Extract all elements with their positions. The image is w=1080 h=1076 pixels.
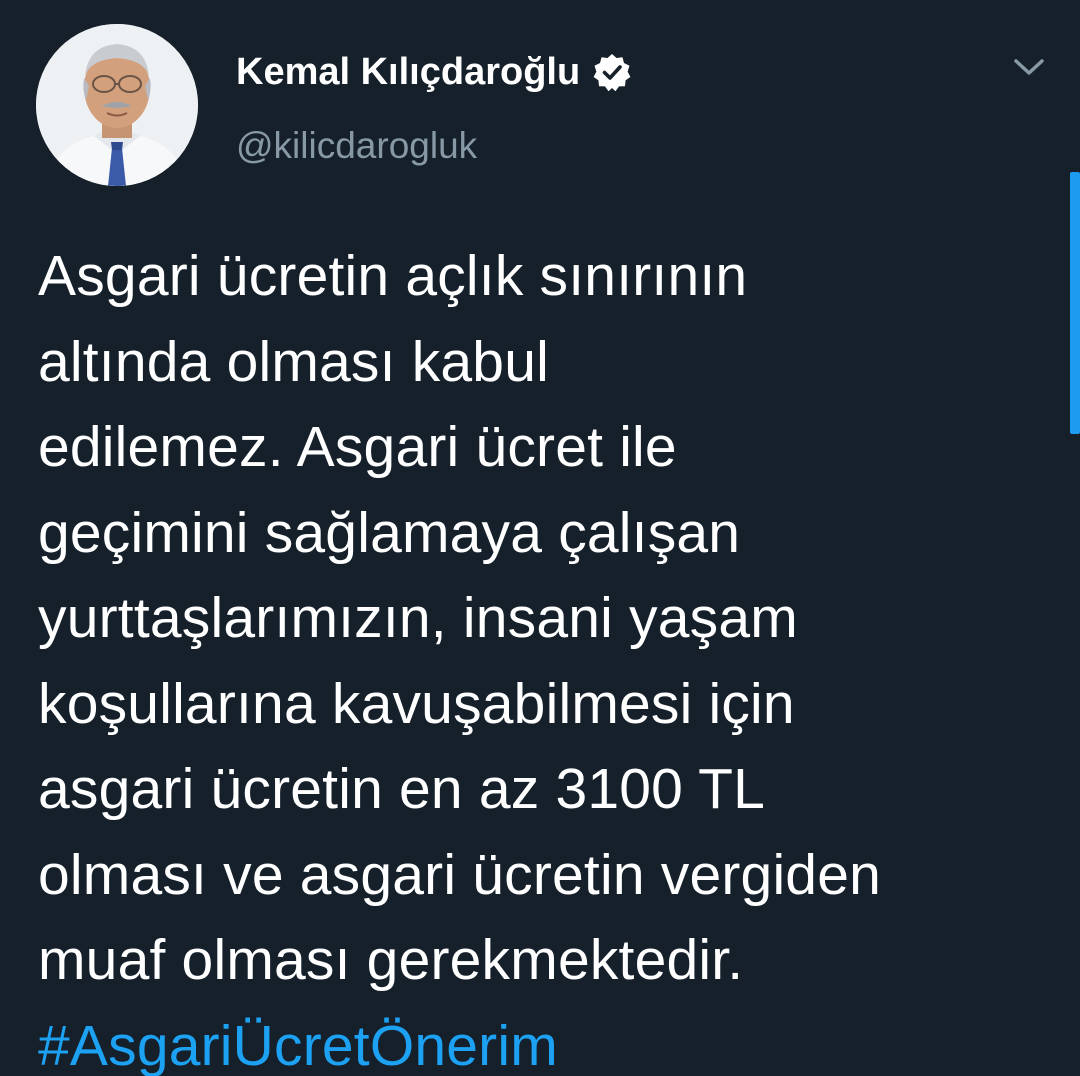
- tweet-text-line: yurttaşlarımızın, insani yaşam: [38, 586, 798, 650]
- author-name-row[interactable]: Kemal Kılıçdaroğlu: [236, 46, 632, 98]
- author-handle[interactable]: @kilicdarogluk: [236, 122, 477, 170]
- tweet-text-line: edilemez. Asgari ücret ile: [38, 415, 677, 479]
- tweet-text-line: geçimini sağlamaya çalışan: [38, 500, 741, 565]
- tweet-text-line: altında olması kabul: [38, 329, 549, 394]
- tweet-card: Kemal Kılıçdaroğlu @kilicdarogluk Asgari…: [0, 0, 1080, 1076]
- tweet-text-line: asgari ücretin en az 3100 TL: [38, 757, 766, 821]
- chevron-down-icon[interactable]: [1010, 52, 1048, 82]
- tweet-text-line: muaf olması gerekmektedir.: [38, 928, 744, 992]
- tweet-text: Asgari ücretin açlık sınırının altında o…: [38, 234, 1048, 1076]
- author-display-name[interactable]: Kemal Kılıçdaroğlu: [236, 46, 580, 98]
- verified-badge-icon: [592, 52, 632, 92]
- profile-photo-icon: [36, 24, 198, 186]
- scrollbar[interactable]: [1070, 172, 1080, 434]
- tweet-text-line: Asgari ücretin açlık sınırının: [38, 244, 748, 308]
- avatar[interactable]: [36, 24, 198, 186]
- tweet-text-line: koşullarına kavuşabilmesi için: [38, 671, 795, 736]
- tweet-text-line: olması ve asgari ücretin vergiden: [38, 842, 882, 907]
- hashtag-link[interactable]: #AsgariÜcretÖnerim: [38, 1004, 1048, 1076]
